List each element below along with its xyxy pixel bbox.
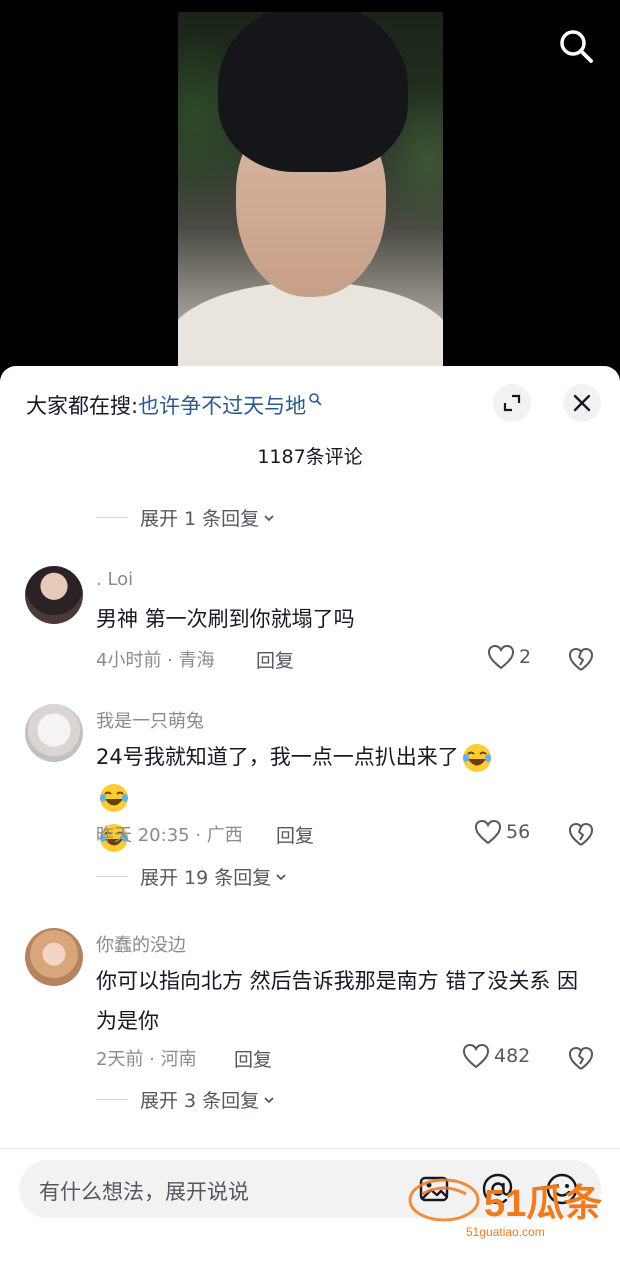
comment-count: 1187条评论 [257, 446, 363, 468]
expand-replies-label: 展开 1 条回复 [140, 508, 260, 530]
hot-search-keyword[interactable]: 也许争不过天与地 [138, 394, 306, 418]
watermark-site: 51guatiao.com [466, 1225, 545, 1239]
laugh-cry-emoji-icon [100, 784, 128, 812]
close-icon [573, 394, 591, 412]
comment-username[interactable]: . Loi [96, 569, 133, 590]
like-button[interactable]: 482 [462, 1043, 530, 1069]
hot-search[interactable]: 大家都在搜:也许争不过天与地 [26, 390, 322, 420]
heart-icon [462, 1043, 490, 1069]
expand-button[interactable] [493, 384, 531, 422]
laugh-cry-emoji-icon [462, 744, 491, 772]
search-icon[interactable] [556, 26, 596, 66]
like-count: 482 [494, 1045, 531, 1067]
comment-username[interactable]: 我是一只萌兔 [96, 707, 204, 733]
dislike-icon[interactable] [568, 1045, 594, 1071]
chevron-down-icon [264, 514, 274, 521]
expand-replies-label: 展开 19 条回复 [140, 867, 272, 889]
expand-replies-button[interactable]: 展开 19 条回复 [96, 863, 287, 890]
reply-button[interactable]: 回复 [234, 1045, 272, 1072]
comment-text: 你可以指向北方 然后告诉我那是南方 错了没关系 因为是你 [96, 969, 579, 1033]
comment-input-placeholder: 有什么想法，展开说说 [39, 1180, 249, 1204]
divider [96, 876, 128, 877]
divider [96, 1099, 128, 1100]
expand-replies-button[interactable]: 展开 1 条回复 [96, 504, 275, 531]
like-count: 56 [506, 821, 531, 843]
hot-search-prefix: 大家都在搜: [26, 394, 139, 418]
divider [0, 1148, 620, 1149]
watermark-logo: 51瓜条 51guatiao.com [408, 1178, 602, 1239]
like-count: 2 [519, 646, 532, 668]
reply-button[interactable]: 回复 [276, 821, 314, 848]
expand-icon [503, 394, 521, 412]
divider [96, 517, 128, 518]
comment-meta: 昨天 20:35 · 广西 [96, 825, 243, 846]
video-player[interactable] [0, 0, 620, 380]
reply-button[interactable]: 回复 [256, 646, 294, 673]
comment-sheet: 大家都在搜:也许争不过天与地 1187条评论 展开 1 条回复 . Loi 男神… [0, 366, 620, 1280]
dislike-icon[interactable] [568, 646, 594, 672]
comment-text: 男神 第一次刷到你就塌了吗 [96, 607, 355, 631]
video-frame [178, 12, 443, 372]
heart-icon [487, 644, 515, 670]
dislike-icon[interactable] [568, 821, 594, 847]
person-hair [218, 12, 408, 172]
avatar[interactable] [25, 566, 83, 624]
chevron-down-icon [264, 1096, 274, 1103]
like-button[interactable]: 56 [474, 819, 530, 845]
expand-replies-button[interactable]: 展开 3 条回复 [96, 1086, 275, 1113]
avatar[interactable] [25, 704, 83, 762]
comment-meta: 4小时前 · 青海 [96, 650, 215, 671]
avatar[interactable] [25, 928, 83, 986]
watermark-brand: 51瓜条 [484, 1183, 602, 1225]
close-button[interactable] [563, 384, 601, 422]
heart-icon [474, 819, 502, 845]
expand-replies-label: 展开 3 条回复 [140, 1090, 260, 1112]
comment-username[interactable]: 你蠢的没边 [96, 931, 186, 957]
chevron-down-icon [276, 873, 286, 880]
comment-text: 24号我就知道了，我一点一点扒出来了 [96, 745, 459, 769]
like-button[interactable]: 2 [487, 644, 531, 670]
comment-meta: 2天前 · 河南 [96, 1049, 197, 1070]
search-icon [309, 393, 322, 406]
